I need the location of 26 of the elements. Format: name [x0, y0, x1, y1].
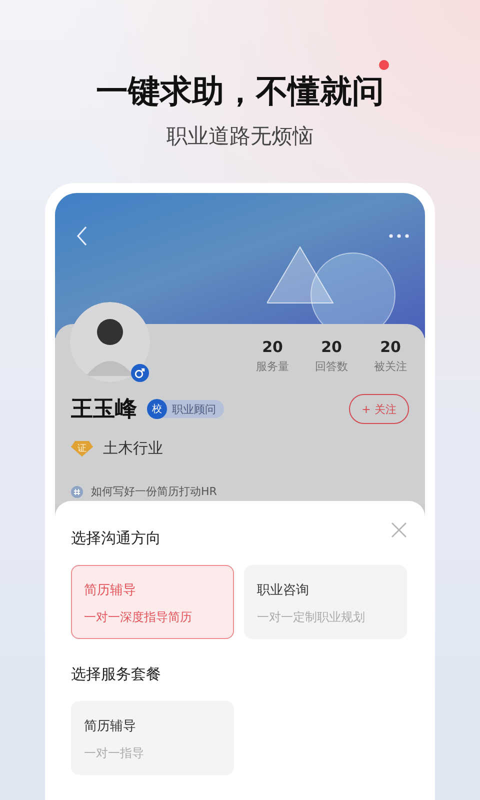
headline: 一键求助，不懂就问	[96, 71, 384, 112]
follow-button[interactable]: + 关注	[349, 394, 409, 424]
topic-icon	[71, 486, 83, 498]
decorative-dot	[379, 60, 389, 70]
post-title[interactable]: 如何写好一份简历打动HR	[91, 484, 217, 499]
industry-label: 土木行业	[103, 439, 163, 458]
direction-option[interactable]: 职业咨询 一对一定制职业规划	[244, 565, 407, 639]
back-icon[interactable]	[76, 226, 88, 246]
certificate-badge: 证	[71, 440, 93, 456]
section-title: 选择服务套餐	[71, 665, 161, 684]
stat-label: 服务量	[256, 359, 289, 374]
stat-value: 20	[321, 338, 342, 356]
section-title: 选择沟通方向	[71, 529, 161, 548]
close-icon[interactable]	[391, 522, 407, 538]
male-icon	[131, 364, 149, 382]
stat-label: 回答数	[315, 359, 348, 374]
direction-option[interactable]: 简历辅导 一对一深度指导简历	[71, 565, 234, 639]
stat-value: 20	[262, 338, 283, 356]
subtitle: 职业道路无烦恼	[166, 123, 314, 150]
stat-value: 20	[380, 338, 401, 356]
role-label: 职业顾问	[172, 402, 216, 416]
more-icon[interactable]	[389, 234, 409, 238]
profile-name: 王玉峰	[71, 396, 137, 424]
school-badge: 校	[147, 399, 167, 419]
package-option[interactable]: 简历辅导 一对一指导	[71, 701, 234, 775]
stat-label: 被关注	[374, 359, 407, 374]
